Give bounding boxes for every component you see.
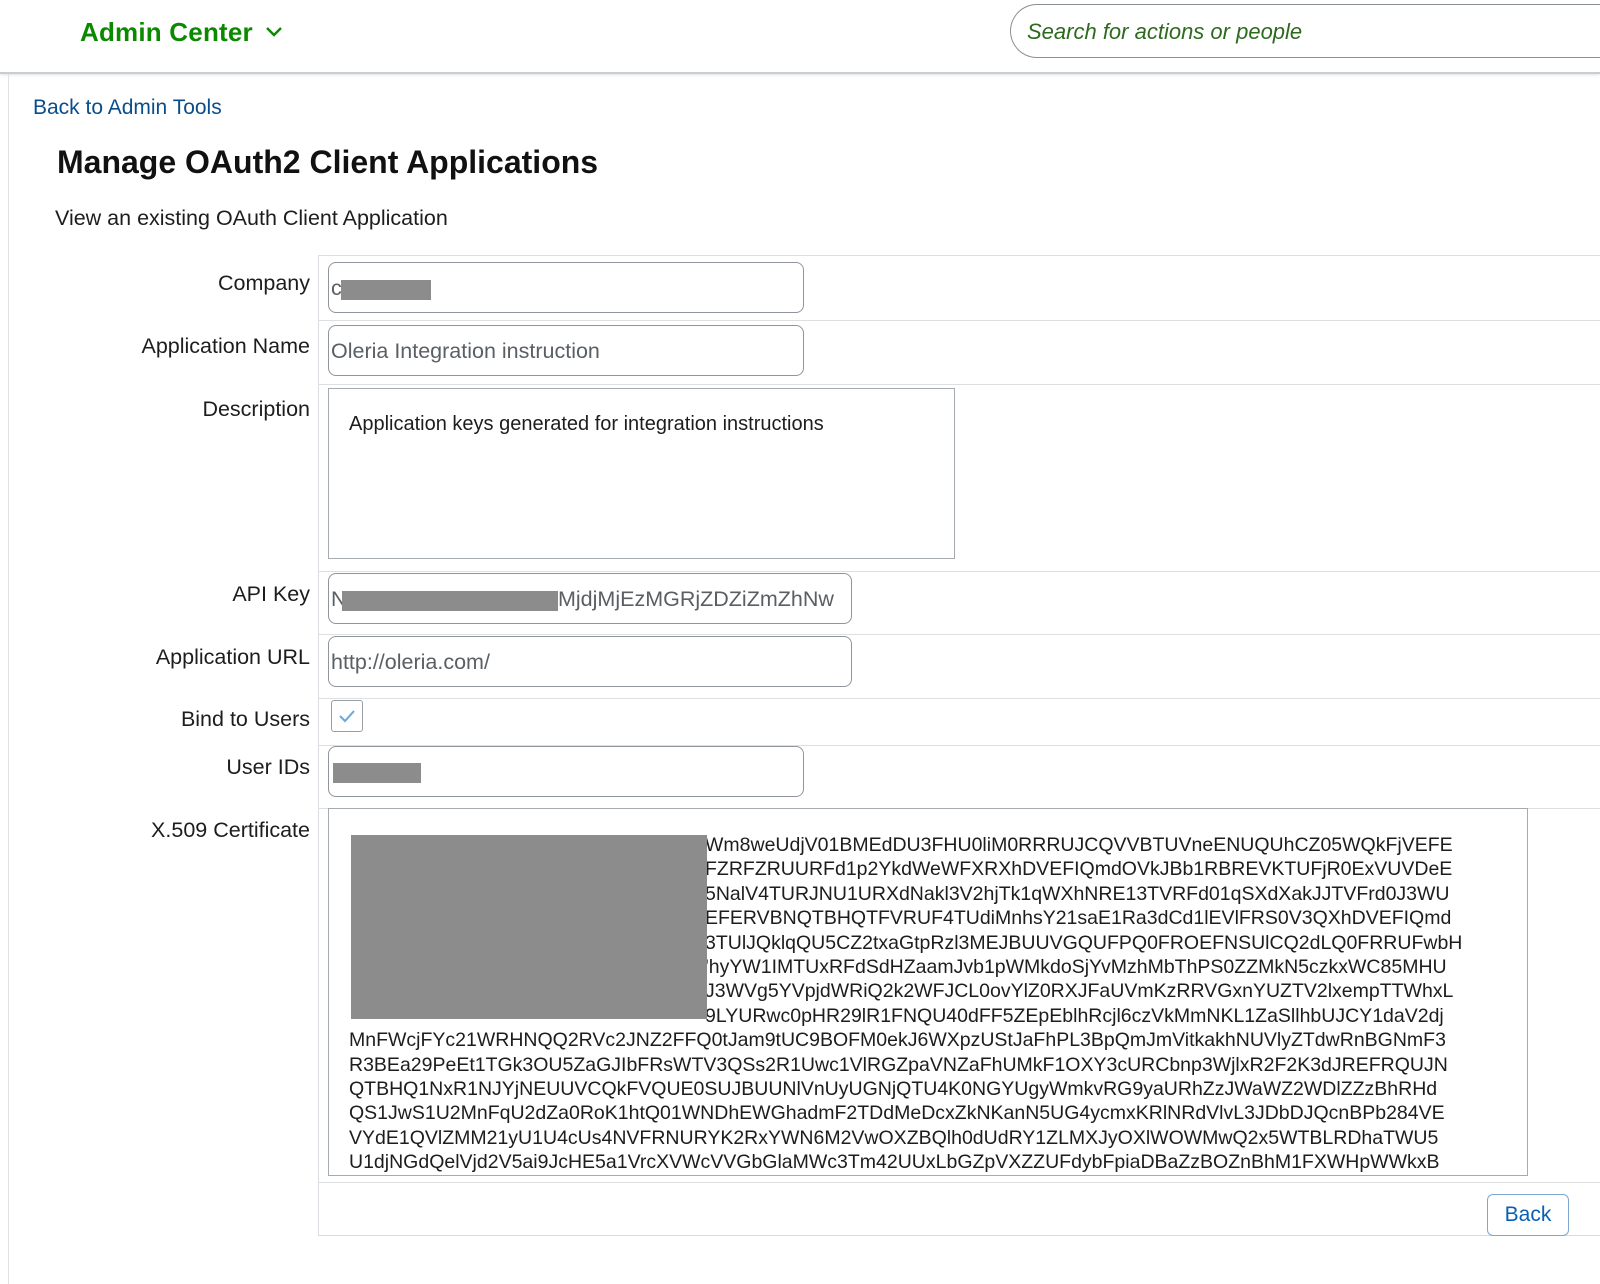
row-divider — [318, 255, 1600, 256]
bind-to-users-label: Bind to Users — [180, 707, 310, 731]
application-name-value: Oleria Integration instruction — [331, 339, 600, 363]
description-value: Application keys generated for integrati… — [349, 413, 824, 435]
back-button[interactable]: Back — [1487, 1194, 1569, 1236]
search-input[interactable] — [1025, 13, 1589, 51]
row-divider — [318, 698, 1600, 699]
bind-to-users-checkbox[interactable] — [331, 700, 363, 732]
redacted-block — [333, 763, 421, 783]
api-key-field[interactable]: N MjdjMjEzMGRjZDZiZmZhNw — [328, 573, 852, 624]
row-divider — [318, 634, 1600, 635]
admin-center-menu[interactable]: Admin Center — [80, 14, 283, 50]
api-key-suffix: MjdjMjEzMGRjZDZiZmZhNw — [558, 587, 834, 611]
certificate-line: U1djNGdQelVjd2V5ai9JcHE5a1VrcXVWcVVGbGla… — [349, 1151, 1440, 1174]
application-url-field[interactable]: http://oleria.com/ — [328, 636, 852, 687]
api-key-label: API Key — [232, 582, 310, 606]
application-name-field[interactable]: Oleria Integration instruction — [328, 325, 804, 376]
application-name-label: Application Name — [141, 334, 310, 358]
certificate-line: QTBHQ1NxR1NJYjNEUUVCQkFVQUE0SUJBUUNlVnUy… — [349, 1078, 1438, 1101]
row-divider — [318, 571, 1600, 572]
description-textarea[interactable]: Application keys generated for integrati… — [328, 388, 955, 559]
user-ids-field[interactable] — [328, 746, 804, 797]
certificate-line: R3BEa29PeEt1TGk3OU5ZaGJIbFRsWTV3QSs2R1Uw… — [349, 1053, 1448, 1076]
row-divider — [318, 320, 1600, 321]
redacted-block — [351, 835, 707, 1019]
app-title: Admin Center — [80, 16, 253, 47]
checkmark-icon — [339, 710, 355, 723]
certificate-line: VYdE1QVlZMM21yU1U4cUs4NVFRNURYK2RxYWN6M2… — [349, 1126, 1439, 1149]
application-url-value: http://oleria.com/ — [331, 650, 490, 674]
company-field[interactable]: c — [328, 262, 804, 313]
certificate-line: QS1JwS1U2MnFqU2dZa0RoK1htQ01WNDhEWGhadmF… — [349, 1102, 1445, 1125]
certificate-line: MnFWcjFYc21WRHNQQ2RVc2JNZ2FFQ0tJam9tUC9B… — [349, 1029, 1446, 1052]
description-label: Description — [202, 397, 310, 421]
global-search — [1010, 4, 1600, 58]
redacted-block — [342, 591, 558, 611]
redacted-block — [341, 280, 431, 300]
certificate-label: X.509 Certificate — [151, 818, 310, 842]
page-subtitle: View an existing OAuth Client Applicatio… — [55, 206, 448, 230]
chevron-down-icon — [266, 27, 282, 37]
back-to-admin-tools-link[interactable]: Back to Admin Tools — [33, 96, 222, 120]
page-title: Manage OAuth2 Client Applications — [57, 144, 599, 180]
application-url-label: Application URL — [155, 645, 310, 669]
page-left-rule — [8, 74, 9, 1284]
certificate-textarea[interactable]: Wm8weUdjV01BMEdDU3FHU0liM0RRRUJCQVVBTUVn… — [328, 808, 1528, 1176]
shell-header: Admin Center — [0, 0, 1600, 74]
user-ids-label: User IDs — [226, 755, 310, 779]
company-label: Company — [217, 271, 310, 295]
row-divider — [318, 384, 1600, 385]
row-divider — [318, 1182, 1600, 1183]
